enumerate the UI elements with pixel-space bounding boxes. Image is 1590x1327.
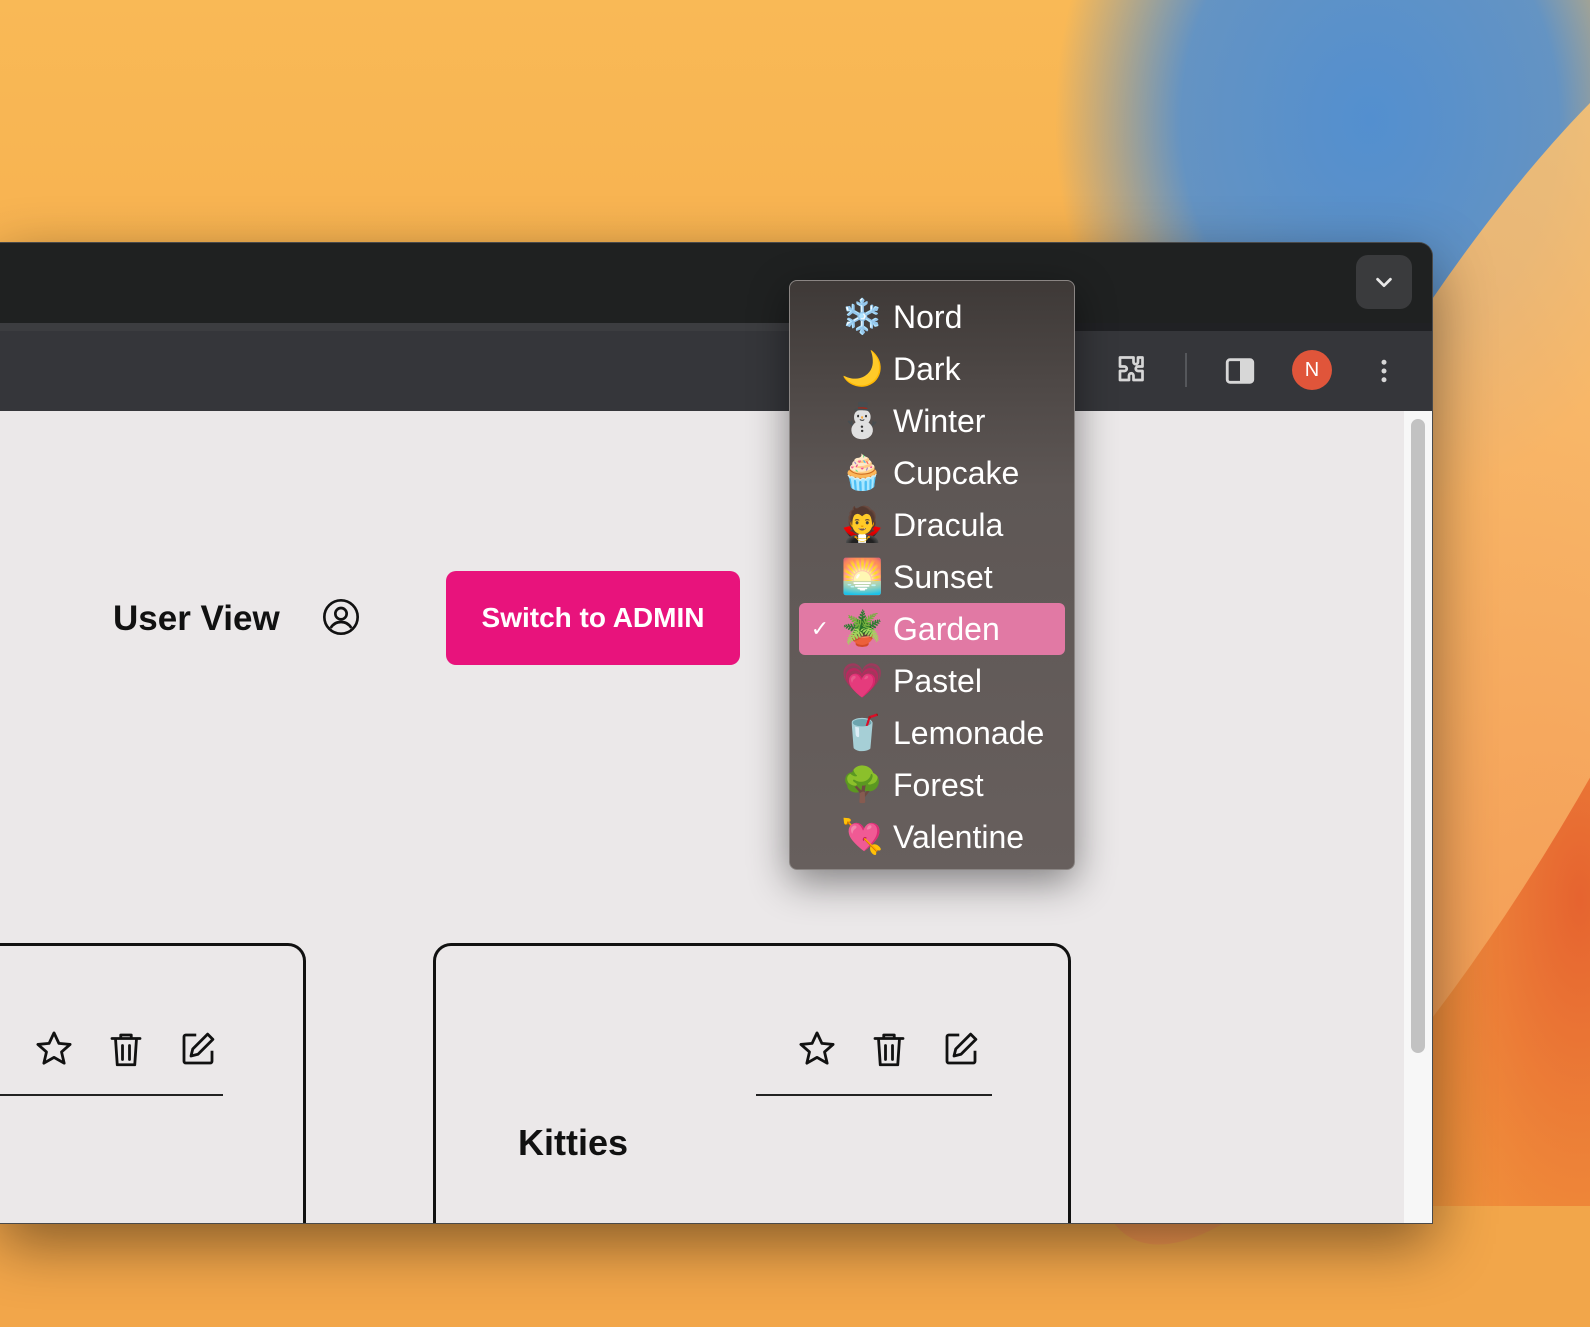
browser-toolbar: N xyxy=(0,331,1432,411)
side-panel-button[interactable] xyxy=(1220,351,1260,391)
cup-with-straw-icon: 🥤 xyxy=(841,714,884,752)
theme-option-dracula[interactable]: 🧛 Dracula xyxy=(799,499,1065,551)
profile-initial: N xyxy=(1304,358,1320,381)
theme-option-label: Dark xyxy=(893,350,961,387)
moon-icon: 🌙 xyxy=(841,350,884,388)
vampire-icon: 🧛 xyxy=(841,506,884,544)
more-menu-button[interactable] xyxy=(1364,351,1404,391)
theme-option-lemonade[interactable]: 🥤 Lemonade xyxy=(799,707,1065,759)
scrollbar-thumb[interactable] xyxy=(1411,419,1425,1053)
theme-dropdown-menu: ❄️ Nord 🌙 Dark ⛄ Winter 🧁 Cupcake 🧛 Drac… xyxy=(789,280,1075,870)
theme-option-label: Garden xyxy=(893,610,1000,647)
toolbar-separator xyxy=(1185,353,1187,387)
user-circle-icon xyxy=(323,599,359,635)
theme-option-label: Lemonade xyxy=(893,714,1045,751)
tree-icon: 🌳 xyxy=(841,766,884,804)
card-divider xyxy=(756,1094,992,1096)
theme-option-label: Cupcake xyxy=(893,454,1020,491)
theme-option-label: Forest xyxy=(893,766,984,803)
star-icon[interactable] xyxy=(33,1028,75,1070)
browser-window: N User View Switch to ADMIN Kitties xyxy=(0,242,1433,1224)
scrollbar[interactable] xyxy=(1404,411,1432,1223)
theme-option-cupcake[interactable]: 🧁 Cupcake xyxy=(799,447,1065,499)
switch-to-admin-button[interactable]: Switch to ADMIN xyxy=(446,571,740,665)
extensions-icon xyxy=(1118,356,1144,382)
card-actions xyxy=(33,1028,219,1070)
theme-option-label: Valentine xyxy=(893,818,1025,855)
trash-icon[interactable] xyxy=(868,1028,910,1070)
theme-option-pastel[interactable]: 💗 Pastel xyxy=(799,655,1065,707)
tab-strip xyxy=(0,243,1432,323)
more-vert-icon xyxy=(1381,359,1387,383)
cupcake-icon: 🧁 xyxy=(841,454,884,492)
item-card: Kitties xyxy=(433,943,1071,1223)
heart-with-arrow-icon: 💘 xyxy=(841,818,884,856)
sunrise-icon: 🌅 xyxy=(841,558,884,596)
card-actions xyxy=(796,1028,982,1070)
tab-search-button[interactable] xyxy=(1356,255,1412,309)
theme-option-forest[interactable]: 🌳 Forest xyxy=(799,759,1065,811)
theme-option-nord[interactable]: ❄️ Nord xyxy=(799,291,1065,343)
pink-heart-icon: 💗 xyxy=(841,662,884,700)
star-icon[interactable] xyxy=(796,1028,838,1070)
theme-option-sunset[interactable]: 🌅 Sunset xyxy=(799,551,1065,603)
snowflake-icon: ❄️ xyxy=(841,298,884,336)
profile-avatar[interactable]: N xyxy=(1292,350,1332,390)
extensions-button[interactable] xyxy=(1112,351,1152,391)
potted-plant-icon: 🪴 xyxy=(841,610,884,648)
check-mark-icon: ✓ xyxy=(810,616,830,641)
web-page: User View Switch to ADMIN Kitties xyxy=(0,411,1432,1223)
chevron-down-icon xyxy=(1376,277,1392,288)
card-divider xyxy=(0,1094,223,1096)
edit-icon[interactable] xyxy=(940,1028,982,1070)
theme-option-garden[interactable]: ✓ 🪴 Garden xyxy=(799,603,1065,655)
theme-option-winter[interactable]: ⛄ Winter xyxy=(799,395,1065,447)
theme-option-label: Dracula xyxy=(893,506,1004,543)
view-label: User View xyxy=(113,599,280,638)
side-panel-icon xyxy=(1225,358,1255,384)
theme-option-label: Winter xyxy=(893,402,986,439)
theme-option-label: Sunset xyxy=(893,558,993,595)
edit-icon[interactable] xyxy=(177,1028,219,1070)
theme-option-valentine[interactable]: 💘 Valentine xyxy=(799,811,1065,863)
snowman-icon: ⛄ xyxy=(841,402,884,440)
card-title: Kitties xyxy=(518,1122,629,1163)
trash-icon[interactable] xyxy=(105,1028,147,1070)
theme-option-label: Pastel xyxy=(893,662,982,699)
theme-option-dark[interactable]: 🌙 Dark xyxy=(799,343,1065,395)
theme-option-label: Nord xyxy=(893,298,963,335)
item-card xyxy=(0,943,306,1223)
